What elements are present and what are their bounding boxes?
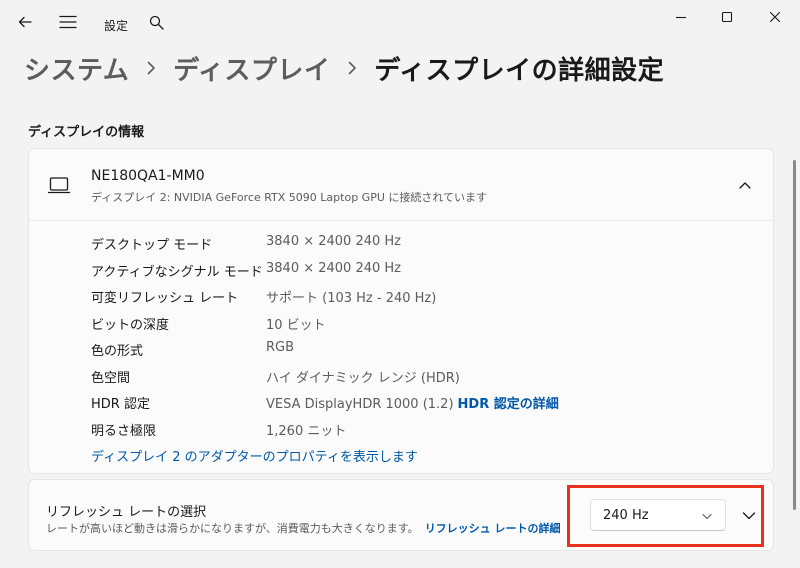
- title-bar: 設定: [0, 0, 800, 44]
- chevron-right-icon: [147, 61, 156, 75]
- hdr-cert-value: VESA DisplayHDR 1000 (1.2): [266, 397, 454, 412]
- breadcrumb-display[interactable]: ディスプレイ: [173, 50, 330, 87]
- breadcrumb: システム ディスプレイ ディスプレイの詳細設定: [24, 46, 664, 90]
- expand-refresh-rate-button[interactable]: [740, 507, 758, 525]
- hdr-cert-details-link[interactable]: HDR 認定の詳細: [458, 397, 559, 412]
- display-name: NE180QA1-MM0: [91, 168, 205, 184]
- search-button[interactable]: [142, 8, 170, 36]
- info-label: 色の形式: [91, 344, 144, 359]
- info-value: VESA DisplayHDR 1000 (1.2) HDR 認定の詳細: [266, 393, 559, 412]
- back-arrow-icon: [18, 16, 32, 28]
- maximize-icon: [721, 11, 733, 23]
- info-value: RGB: [266, 340, 295, 355]
- window-title: 設定: [104, 19, 129, 33]
- close-icon: [769, 11, 781, 23]
- back-button[interactable]: [11, 8, 39, 36]
- chevron-right-icon: [349, 61, 357, 75]
- info-value: 3840 × 2400 240 Hz: [266, 260, 402, 276]
- display-info-header[interactable]: NE180QA1-MM0 ディスプレイ 2: NVIDIA GeForce RT…: [29, 149, 773, 221]
- breadcrumb-system[interactable]: システム: [24, 50, 129, 87]
- breadcrumb-separator: [330, 46, 374, 90]
- refresh-rate-title: リフレッシュ レートの選択: [46, 505, 207, 520]
- close-button[interactable]: [752, 0, 798, 34]
- laptop-monitor-icon: [47, 177, 71, 194]
- info-value: 1,260 ニット: [266, 423, 347, 439]
- info-value: サポート (103 Hz - 240 Hz): [266, 291, 437, 306]
- chevron-down-icon: [702, 513, 712, 520]
- refresh-rate-desc-text: レートが高いほど動きは滑らかになりますが、消費電力も大きくなります。: [46, 522, 419, 535]
- info-label: 明るさ極限: [91, 423, 157, 439]
- chevron-up-icon: [739, 182, 751, 189]
- search-icon: [149, 15, 164, 30]
- section-title: ディスプレイの情報: [28, 125, 145, 140]
- info-label: 色空間: [91, 370, 131, 386]
- maximize-button[interactable]: [704, 0, 750, 34]
- display-connection: ディスプレイ 2: NVIDIA GeForce RTX 5090 Laptop…: [91, 191, 488, 204]
- info-value: ハイ ダイナミック レンジ (HDR): [266, 370, 460, 386]
- minimize-icon: [676, 16, 686, 19]
- info-label: デスクトップ モード: [91, 238, 213, 253]
- refresh-rate-selected-value: 240 Hz: [603, 508, 649, 523]
- breadcrumb-separator: [129, 46, 173, 90]
- scrollbar[interactable]: [793, 160, 796, 510]
- collapse-button[interactable]: [735, 175, 755, 195]
- hamburger-menu-icon: [59, 15, 77, 29]
- info-label: ビットの深度: [91, 317, 170, 333]
- minimize-button[interactable]: [658, 0, 704, 34]
- adapter-properties-link[interactable]: ディスプレイ 2 のアダプターのプロパティを表示します: [91, 446, 418, 465]
- refresh-rate-dropdown[interactable]: 240 Hz: [590, 499, 726, 531]
- info-value: 3840 × 2400 240 Hz: [266, 234, 402, 249]
- info-label: アクティブなシグナル モード: [91, 264, 263, 280]
- navigation-menu-button[interactable]: [54, 8, 82, 36]
- refresh-rate-details-link[interactable]: リフレッシュ レートの詳細: [425, 522, 561, 535]
- info-value: 10 ビット: [266, 317, 326, 333]
- chevron-down-icon: [742, 512, 756, 520]
- display-info-card: NE180QA1-MM0 ディスプレイ 2: NVIDIA GeForce RT…: [28, 148, 774, 474]
- page-title: ディスプレイの詳細設定: [374, 55, 665, 86]
- info-label: HDR 認定: [91, 397, 150, 412]
- refresh-rate-description: レートが高いほど動きは滑らかになりますが、消費電力も大きくなります。 リフレッシュ…: [46, 520, 561, 536]
- info-label: 可変リフレッシュ レート: [91, 291, 239, 306]
